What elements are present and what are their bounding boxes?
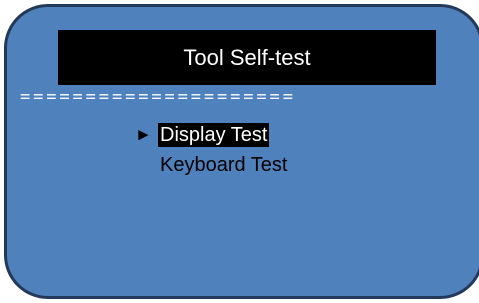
screen-title: Tool Self-test: [58, 30, 436, 85]
menu-item-label: Display Test: [158, 123, 270, 147]
device-screen: Tool Self-test ===================== ► D…: [4, 4, 479, 299]
selection-pointer-icon: ►: [135, 125, 152, 144]
menu-item-label: Keyboard Test: [160, 154, 288, 176]
title-divider: =====================: [20, 87, 296, 107]
